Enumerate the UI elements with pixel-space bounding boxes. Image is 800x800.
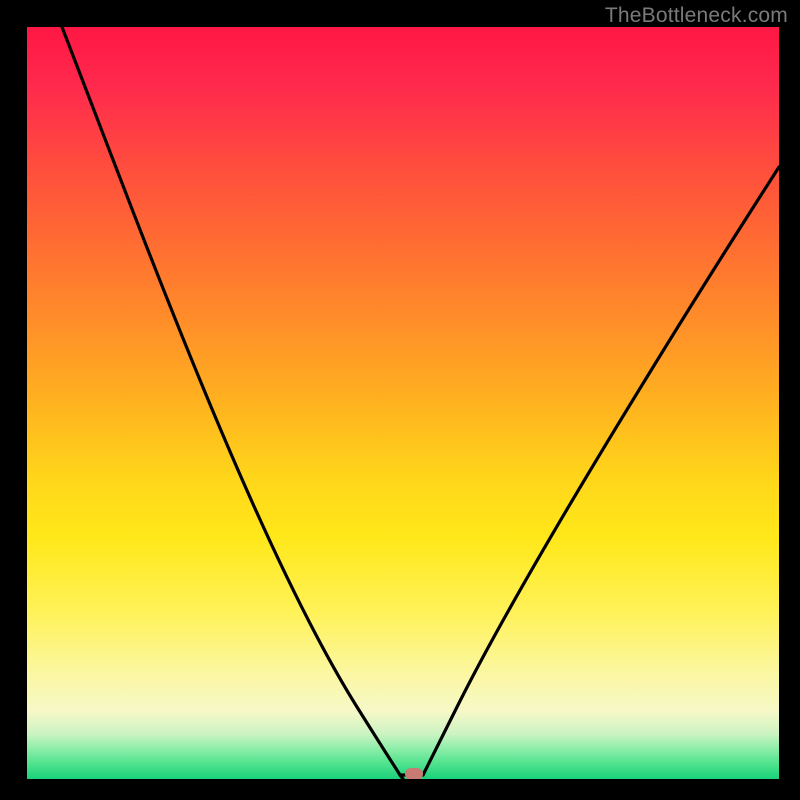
curve-right-branch xyxy=(423,167,779,775)
chart-container: TheBottleneck.com xyxy=(0,0,800,800)
curve-left-branch xyxy=(62,27,403,779)
optimal-point-marker xyxy=(405,768,423,779)
plot-area xyxy=(27,27,779,779)
watermark-text: TheBottleneck.com xyxy=(605,4,788,28)
bottleneck-curve xyxy=(27,27,779,779)
